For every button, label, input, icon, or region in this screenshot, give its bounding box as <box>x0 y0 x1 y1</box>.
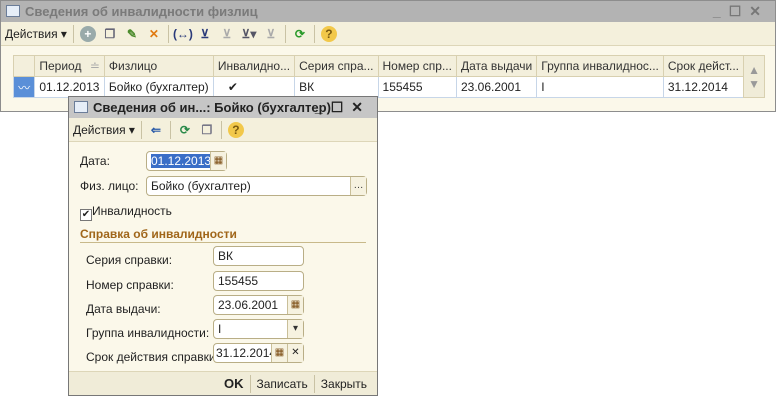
dialog-toolbar: Действия ▾ ⇐ ⟳ ❐ ? <box>69 118 377 142</box>
cell-group: I <box>536 76 664 98</box>
refresh-icon[interactable]: ⟳ <box>292 26 308 42</box>
cell-person: Бойко (бухгалтер) <box>103 76 214 98</box>
interval-icon[interactable]: (↔) <box>173 26 193 42</box>
valid-until-label: Срок действия справки: <box>86 350 219 364</box>
dialog-window: Сведения об ин...: Бойко (бухгалтер) _☐✕… <box>68 96 378 396</box>
maximize-button[interactable]: ☐ <box>331 99 352 115</box>
clear-filter-icon[interactable]: ⊻ <box>263 26 279 42</box>
col-series[interactable]: Серия спра... <box>294 55 379 77</box>
cell-number: 155455 <box>377 76 457 98</box>
main-title-bar: Сведения об инвалидности физлиц _☐✕ <box>1 1 775 22</box>
select-button[interactable]: … <box>350 177 366 195</box>
valid-until-field[interactable]: 31.12.2014 ▦ ✕ <box>213 343 304 363</box>
add-icon[interactable]: + <box>79 25 96 42</box>
col-valid-until[interactable]: Срок дейст... <box>662 55 745 77</box>
calendar-icon[interactable]: ▦ <box>271 344 287 362</box>
group-label: Группа инвалидности: <box>86 326 210 340</box>
col-group[interactable]: Группа инвалиднос... <box>536 55 664 77</box>
col-person[interactable]: Физлицо <box>103 55 214 77</box>
issue-date-field[interactable]: 23.06.2001 ▦ <box>213 295 304 315</box>
help-icon[interactable]: ? <box>227 121 244 138</box>
cell-disabled: ✔ <box>212 76 296 98</box>
col-number[interactable]: Номер спр... <box>377 55 457 77</box>
issue-date-label: Дата выдачи: <box>86 302 161 316</box>
reread-icon[interactable]: ⟳ <box>177 122 193 138</box>
actions-menu[interactable]: Действия ▾ <box>5 27 67 41</box>
dialog-title-bar: Сведения об ин...: Бойко (бухгалтер) _☐✕ <box>69 97 377 118</box>
main-toolbar: Действия ▾ + ❐ ✎ ✕ (↔) ⊻ ⊻ ⊻▾ ⊻ ⟳ ? <box>1 22 775 46</box>
close-button[interactable]: ✕ <box>351 99 371 115</box>
close-button[interactable]: ✕ <box>749 3 769 19</box>
calendar-icon[interactable]: ▦ <box>287 296 303 314</box>
calendar-icon[interactable]: ▦ <box>210 152 226 170</box>
person-field[interactable]: Бойко (бухгалтер)… <box>146 176 367 196</box>
register-icon <box>74 101 88 113</box>
clear-icon[interactable]: ✕ <box>287 344 303 362</box>
col-issue-date[interactable]: Дата выдачи <box>455 55 538 77</box>
filter-list-icon[interactable]: ⊻▾ <box>241 26 257 42</box>
close-dialog-button[interactable]: Закрыть <box>321 377 367 391</box>
person-label: Физ. лицо: <box>80 179 139 193</box>
records-table[interactable]: Период ≐ Физлицо Инвалидно... Серия спра… <box>12 55 765 98</box>
filter-icon[interactable]: ⊻ <box>219 26 235 42</box>
save-button[interactable]: Записать <box>257 377 308 391</box>
number-label: Номер справки: <box>86 278 174 292</box>
checkbox-checked-icon[interactable]: ✔ <box>80 209 92 221</box>
chevron-down-icon[interactable]: ▾ <box>287 320 303 338</box>
row-icon: 〰 <box>12 76 36 98</box>
dialog-footer: OK Записать Закрыть <box>69 371 377 395</box>
number-field[interactable]: 155455 <box>213 271 304 291</box>
cell-issue-date: 23.06.2001 <box>455 76 538 98</box>
col-period[interactable]: Период ≐ <box>34 55 105 77</box>
cell-valid-until: 31.12.2014 <box>662 76 745 98</box>
copy-icon[interactable]: ❐ <box>199 122 215 138</box>
table-row[interactable]: 〰 01.12.2013 Бойко (бухгалтер) ✔ ВК 1554… <box>12 76 765 98</box>
window-title: Сведения об инвалидности физлиц <box>25 4 258 19</box>
series-label: Серия справки: <box>86 253 173 267</box>
disability-checkbox[interactable]: ✔ Инвалидность <box>80 204 172 221</box>
col-disabled[interactable]: Инвалидно... <box>212 55 296 77</box>
dialog-title: Сведения об ин...: Бойко (бухгалтер) <box>93 100 331 115</box>
help-icon[interactable]: ? <box>320 25 337 42</box>
copy-icon[interactable]: ❐ <box>102 26 118 42</box>
ok-button[interactable]: OK <box>224 376 244 391</box>
group-select[interactable]: I ▾ <box>213 319 304 339</box>
table-scrollbar[interactable]: ▲ ▼ <box>743 55 765 98</box>
delete-icon[interactable]: ✕ <box>146 26 162 42</box>
series-field[interactable]: ВК <box>213 246 304 266</box>
filter-settings-icon[interactable]: ⊻ <box>197 26 213 42</box>
cell-series: ВК <box>294 76 379 98</box>
table-icon <box>6 5 20 17</box>
edit-icon[interactable]: ✎ <box>124 26 140 42</box>
minimize-button[interactable]: _ <box>713 3 729 19</box>
section-title: Справка об инвалидности <box>80 227 366 243</box>
dialog-actions-menu[interactable]: Действия ▾ <box>73 123 135 137</box>
table-header: Период ≐ Физлицо Инвалидно... Серия спра… <box>12 55 765 98</box>
save-and-close-icon[interactable]: ⇐ <box>148 122 164 138</box>
cell-period: 01.12.2013 <box>34 76 105 98</box>
date-label: Дата: <box>80 154 110 168</box>
minimize-button[interactable]: _ <box>315 99 331 115</box>
maximize-button[interactable]: ☐ <box>729 3 750 19</box>
date-field[interactable]: 01.12.2013 ▦ <box>146 151 227 171</box>
